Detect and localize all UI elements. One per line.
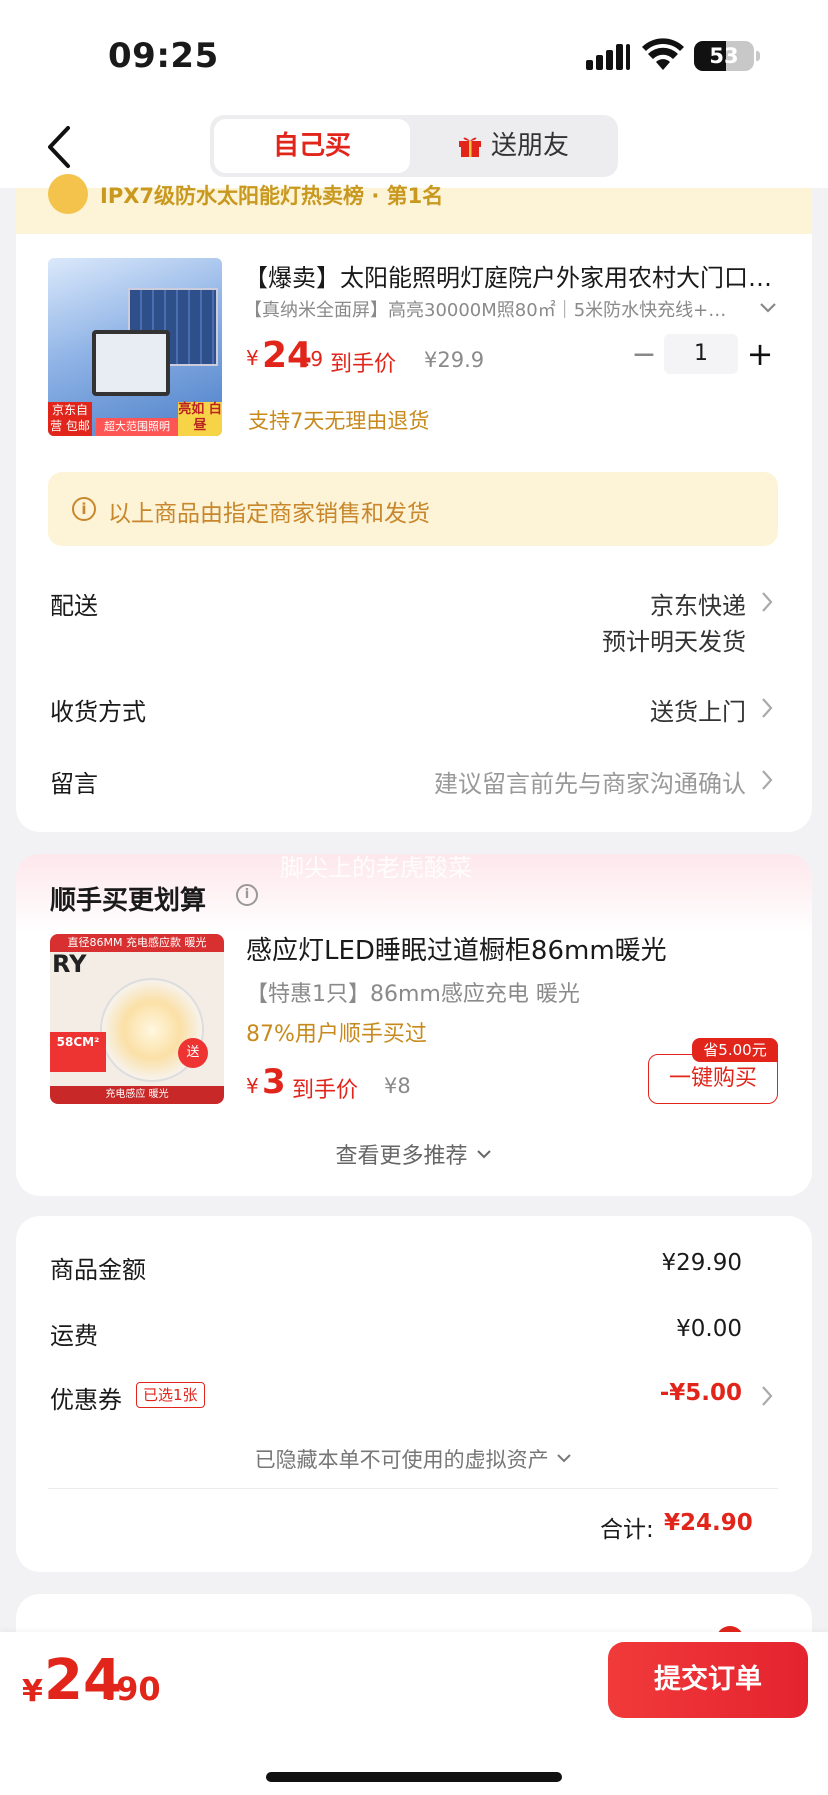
image-tag-self: 京东自营 包邮	[48, 402, 92, 436]
quantity-input[interactable]: 1	[664, 334, 738, 374]
hidden-assets-toggle[interactable]: 已隐藏本单不可使用的虚拟资产	[0, 1444, 828, 1474]
quantity-decrease-button[interactable]: −	[628, 338, 660, 372]
chevron-right-icon[interactable]	[760, 1384, 774, 1408]
hidden-assets-label: 已隐藏本单不可使用的虚拟资产	[254, 1448, 549, 1472]
home-indicator[interactable]	[266, 1772, 562, 1782]
back-button[interactable]	[42, 124, 78, 170]
recommend-price-label: 到手价	[292, 1078, 359, 1103]
divider	[48, 1488, 778, 1489]
submit-order-button[interactable]: 提交订单	[608, 1642, 808, 1718]
recommend-product-spec: 【特惠1只】86mm感应充电 暖光	[246, 982, 580, 1007]
watermark: 脚尖上的老虎酸菜	[280, 854, 472, 882]
recommend-section-title: 顺手买更划算	[50, 886, 207, 916]
image-tag-range: 超大范围照明	[96, 418, 178, 436]
checkout-price-decimal: .90	[104, 1670, 161, 1708]
delivery-value[interactable]: 京东快递	[500, 586, 746, 621]
goods-amount-value: ¥29.90	[661, 1250, 742, 1276]
wifi-icon	[642, 38, 684, 72]
image-tag-bright: 亮如 白昼	[178, 402, 222, 436]
chevron-right-icon[interactable]	[760, 768, 774, 792]
delivery-estimate: 预计明天发货	[602, 628, 746, 656]
coupon-label: 优惠券	[50, 1386, 122, 1414]
seller-notice-text: 以上商品由指定商家销售和发货	[108, 501, 430, 527]
product-title[interactable]: 【爆卖】太阳能照明灯庭院户外家用农村大门口路灯	[244, 258, 774, 293]
recommend-original-price: ¥8	[384, 1074, 411, 1098]
price-currency: ¥	[246, 346, 259, 370]
recommend-price-currency: ¥	[246, 1074, 259, 1098]
receive-method-value[interactable]: 送货上门	[500, 692, 746, 727]
goods-amount-label: 商品金额	[50, 1256, 146, 1284]
delivery-label: 配送	[50, 592, 98, 620]
shipping-value: ¥0.00	[676, 1316, 742, 1342]
see-more-recommendations[interactable]: 查看更多推荐	[0, 1138, 828, 1170]
tab-send-friend[interactable]: 送朋友	[412, 119, 614, 173]
ranking-text: IPX7级防水太阳能灯热卖榜 · 第1名	[100, 184, 444, 208]
price-decimal: .9	[304, 347, 324, 371]
trophy-icon	[48, 174, 88, 214]
image-bottom-banner: 充电感应 暖光	[50, 1086, 224, 1104]
message-label: 留言	[50, 770, 98, 798]
recommend-product-title[interactable]: 感应灯LED睡眠过道橱柜86mm暖光	[246, 930, 667, 967]
image-brand-text: RY	[52, 950, 87, 978]
recommend-buy-percent: 87%用户顺手买过	[246, 1022, 427, 1047]
status-time: 09:25	[108, 36, 219, 76]
battery-icon: 53	[694, 41, 754, 71]
save-amount-badge: 省5.00元	[692, 1038, 778, 1062]
lamp-graphic	[92, 330, 170, 396]
signal-icon	[586, 44, 632, 70]
info-icon: i	[72, 497, 96, 521]
recommend-price: 3	[262, 1062, 286, 1102]
checkout-currency: ¥	[22, 1674, 43, 1709]
battery-level: 53	[709, 44, 739, 68]
return-policy: 支持7天无理由退货	[248, 409, 430, 433]
tab-send-friend-label: 送朋友	[490, 131, 569, 161]
price-label: 到手价	[330, 352, 397, 377]
chevron-down-icon[interactable]	[756, 296, 780, 320]
product-image[interactable]: 京东自营 包邮 超大范围照明 亮如 白昼	[48, 258, 222, 436]
receive-method-label: 收货方式	[50, 698, 146, 726]
total-value: ¥24.90	[664, 1510, 753, 1536]
recommend-product-image[interactable]: 直径86MM 充电感应款 暖光 RY 58CM² 送 充电感应 暖光	[50, 934, 224, 1104]
image-coverage-tag: 58CM²	[50, 1032, 106, 1072]
shipping-label: 运费	[50, 1322, 98, 1350]
battery-cap	[756, 51, 760, 61]
coupon-selected-tag: 已选1张	[136, 1382, 205, 1408]
original-price: ¥29.9	[424, 348, 485, 372]
tab-self-buy[interactable]: 自己买	[214, 119, 410, 173]
gift-icon	[458, 137, 481, 157]
chevron-right-icon[interactable]	[760, 590, 774, 614]
chevron-down-icon	[557, 1454, 572, 1463]
message-field[interactable]: 建议留言前先与商家沟通确认	[380, 764, 746, 799]
quantity-increase-button[interactable]: +	[744, 334, 776, 374]
info-icon[interactable]: i	[236, 884, 258, 906]
chevron-down-icon	[476, 1150, 491, 1159]
see-more-label: 查看更多推荐	[335, 1144, 468, 1169]
chevron-right-icon[interactable]	[760, 696, 774, 720]
product-spec[interactable]: 【真纳米全面屏】高亮30000M照80㎡｜5米防水快充线+遥控	[244, 296, 734, 322]
chevron-left-icon	[48, 126, 70, 168]
total-label: 合计:	[600, 1517, 654, 1543]
image-gift-badge: 送	[178, 1038, 208, 1068]
coupon-value[interactable]: -¥5.00	[560, 1380, 742, 1406]
